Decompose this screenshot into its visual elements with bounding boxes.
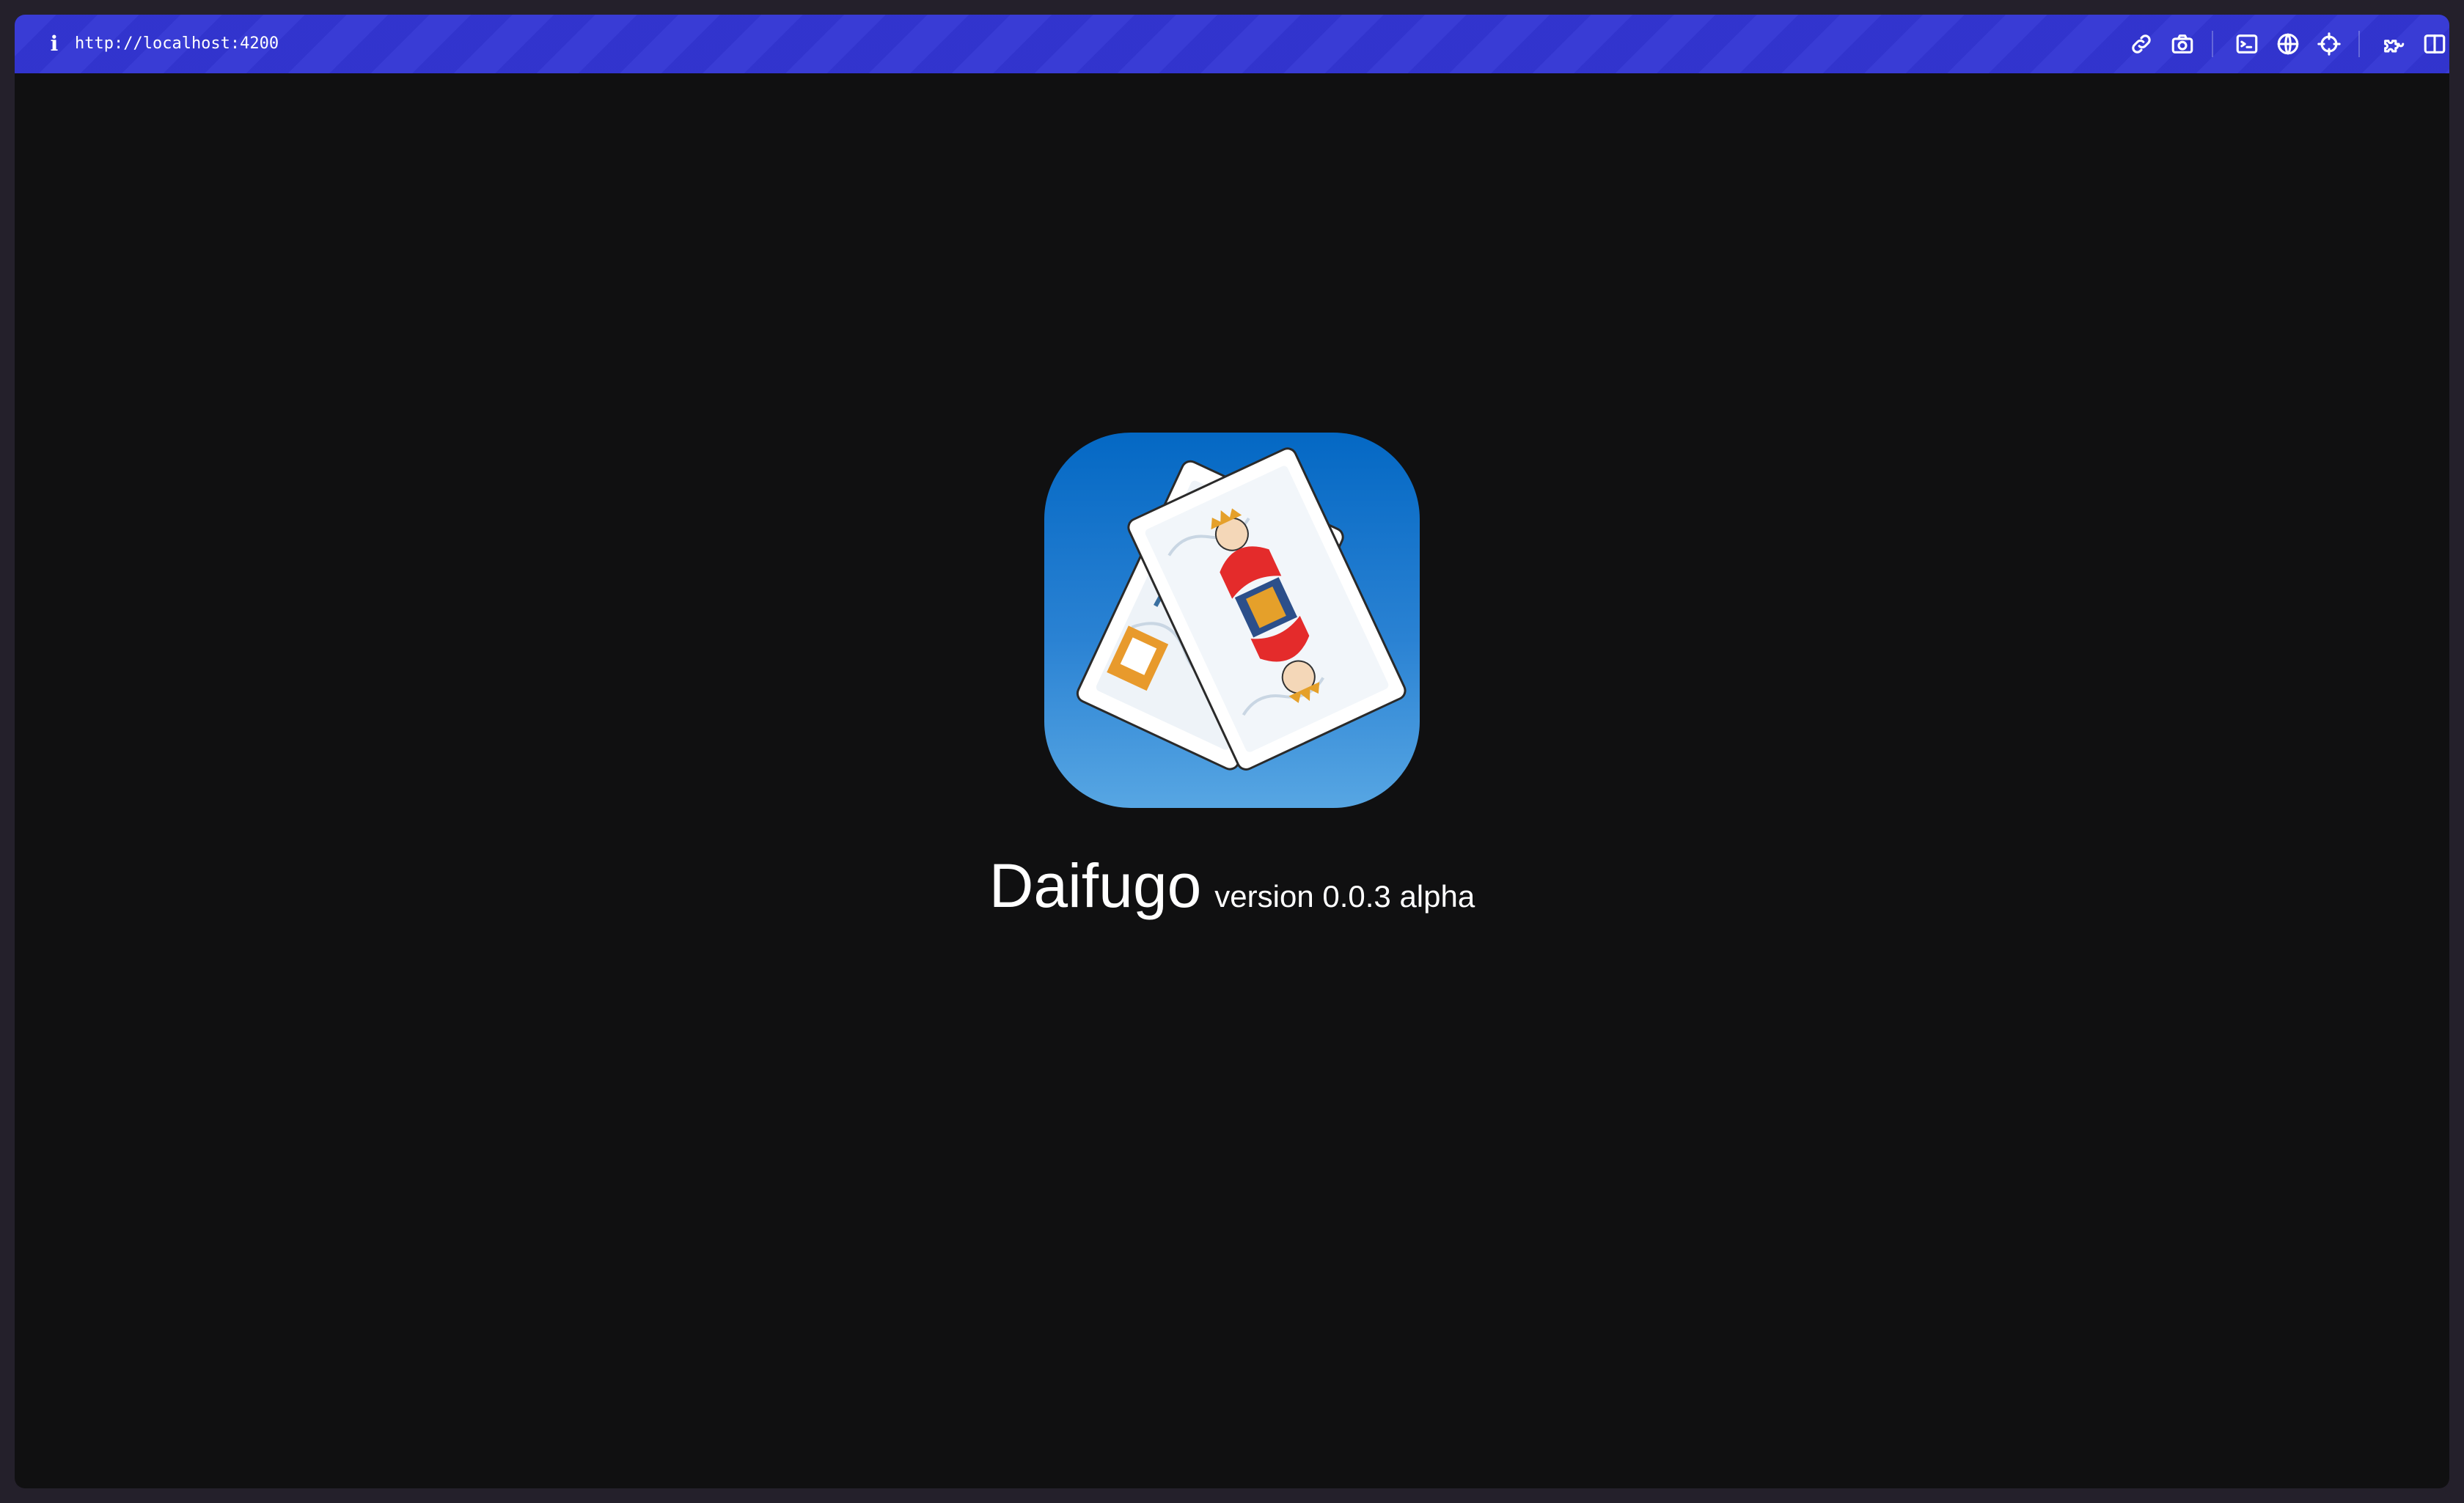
split-panel-icon[interactable] [2419, 28, 2449, 60]
globe-icon[interactable] [2272, 28, 2304, 60]
extension-icon[interactable] [2377, 28, 2410, 60]
camera-icon[interactable] [2166, 28, 2199, 60]
page-content: Daifugo version 0.0.3 alpha [15, 73, 2449, 1488]
crosshair-icon[interactable] [2313, 28, 2345, 60]
toolbar-divider [2212, 31, 2213, 57]
app-name: Daifugo [989, 851, 1202, 920]
terminal-icon[interactable] [2231, 28, 2263, 60]
browser-window: i http://localhost:4200 Daifugo version … [15, 15, 2449, 1488]
info-icon[interactable]: i [40, 29, 69, 59]
app-version: version 0.0.3 alpha [1214, 879, 1475, 914]
browser-toolbar: i http://localhost:4200 [15, 15, 2449, 73]
app-logo [1044, 433, 1420, 808]
app-title-row: Daifugo version 0.0.3 alpha [15, 850, 2449, 938]
address-bar[interactable]: http://localhost:4200 [75, 29, 279, 59]
link-icon[interactable] [2125, 28, 2157, 60]
toolbar-divider [2358, 31, 2360, 57]
